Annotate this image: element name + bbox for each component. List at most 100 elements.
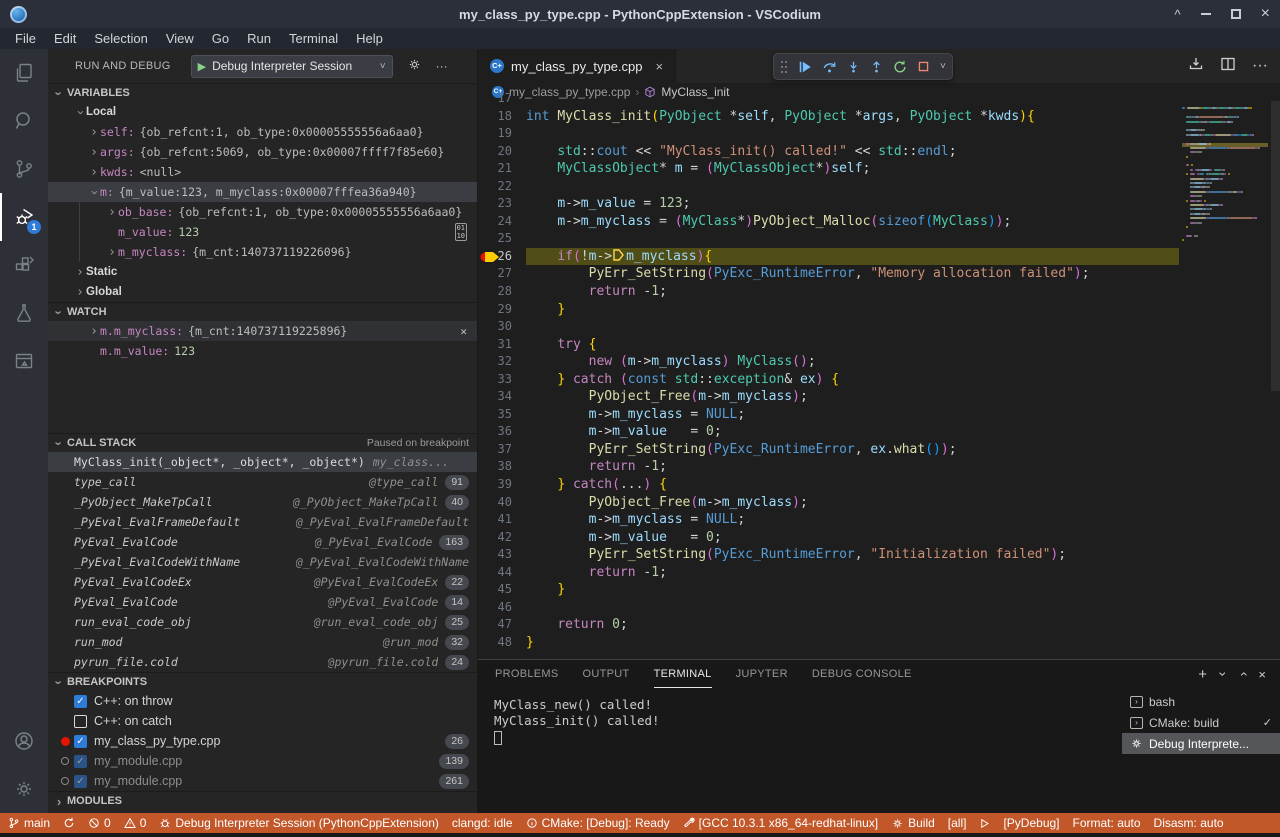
watch-row-1[interactable]: m.m_value:123 <box>48 341 477 361</box>
code-line-44[interactable]: 44 return -1; <box>478 564 1179 582</box>
stack-frame-10[interactable]: pyrun_file.cold@pyrun_file.cold24 <box>48 652 477 672</box>
step-out-button[interactable] <box>870 60 883 74</box>
code-line-19[interactable]: 19 <box>478 125 1179 143</box>
menu-terminal[interactable]: Terminal <box>280 28 347 49</box>
line-number[interactable]: 31 <box>478 336 526 354</box>
toolbar-chevron-down-icon[interactable]: ˅ <box>940 61 946 72</box>
code-line-24[interactable]: 24 m->m_myclass = (MyClass*)PyObject_Mal… <box>478 213 1179 231</box>
stack-frame-5[interactable]: _PyEval_EvalCodeWithName@_PyEval_EvalCod… <box>48 552 477 572</box>
stack-frame-0[interactable]: MyClass_init(_object*, _object*, _object… <box>48 452 477 472</box>
code-line-29[interactable]: 29 } <box>478 301 1179 319</box>
code-line-35[interactable]: 35 m->m_myclass = NULL; <box>478 406 1179 424</box>
line-number[interactable]: 43 <box>478 546 526 564</box>
panel-tab-output[interactable]: OUTPUT <box>583 661 630 687</box>
editor-more-actions-icon[interactable]: ··· <box>1252 57 1268 75</box>
code-line-28[interactable]: 28 return -1; <box>478 283 1179 301</box>
stack-frame-6[interactable]: PyEval_EvalCodeEx@PyEval_EvalCodeEx22 <box>48 572 477 592</box>
breakpoint-row-3[interactable]: ✓my_module.cpp139 <box>48 751 477 771</box>
code-line-27[interactable]: 27 PyErr_SetString(PyExc_RuntimeError, "… <box>478 265 1179 283</box>
variable-row-m[interactable]: ›m:{m_value:123, m_myclass:0x00007fffea3… <box>48 182 477 202</box>
breakpoint-checkbox[interactable]: ✓ <box>74 775 87 788</box>
code-line-39[interactable]: 39 } catch(...) { <box>478 476 1179 494</box>
menu-run[interactable]: Run <box>238 28 280 49</box>
panel-tab-terminal[interactable]: TERMINAL <box>654 661 712 688</box>
variable-row-ob_base[interactable]: ›ob_base:{ob_refcnt:1, ob_type:0x0000555… <box>48 202 477 222</box>
code-line-46[interactable]: 46 <box>478 599 1179 617</box>
code-line-43[interactable]: 43 PyErr_SetString(PyExc_RuntimeError, "… <box>478 546 1179 564</box>
line-number[interactable]: 25 <box>478 230 526 248</box>
tab-close-icon[interactable]: × <box>656 59 664 74</box>
minimap[interactable] <box>1179 101 1271 659</box>
maximize-panel-icon[interactable]: › <box>1234 672 1250 677</box>
line-number[interactable]: 17 <box>478 90 526 108</box>
variables-scope-global[interactable]: ›Global <box>48 282 477 302</box>
line-number[interactable]: 32 <box>478 353 526 371</box>
extensions-icon[interactable] <box>0 241 48 289</box>
panel-tab-problems[interactable]: PROBLEMS <box>495 661 559 687</box>
continue-button[interactable] <box>798 60 812 74</box>
code-line-37[interactable]: 37 PyErr_SetString(PyExc_RuntimeError, e… <box>478 441 1179 459</box>
line-number[interactable]: 48 <box>478 634 526 652</box>
line-number[interactable]: 33 <box>478 371 526 389</box>
status-sync[interactable] <box>63 817 75 829</box>
breakpoint-checkbox[interactable]: ✓ <box>74 695 87 708</box>
variables-section-header[interactable]: › VARIABLES <box>48 83 477 102</box>
status-warnings[interactable]: 0 <box>124 816 147 830</box>
code-line-22[interactable]: 22 <box>478 178 1179 196</box>
code-line-26[interactable]: 26 if(!m->m_myclass){ <box>478 248 1179 266</box>
line-number[interactable]: 39 <box>478 476 526 494</box>
code-line-18[interactable]: 18int MyClass_init(PyObject *self, PyObj… <box>478 108 1179 126</box>
status-git-branch[interactable]: main <box>8 816 50 830</box>
code-line-30[interactable]: 30 <box>478 318 1179 336</box>
window-minimize-button[interactable] <box>1201 13 1211 15</box>
variable-row-m_value[interactable]: m_value:1230110 <box>48 222 477 242</box>
line-number[interactable]: 34 <box>478 388 526 406</box>
toolbar-drag-grip[interactable] <box>780 60 788 74</box>
line-number[interactable]: 35 <box>478 406 526 424</box>
split-editor-icon[interactable] <box>1220 56 1236 77</box>
stop-button[interactable] <box>917 60 930 73</box>
debug-settings-gear-icon[interactable] <box>407 57 422 75</box>
start-debug-icon[interactable]: ▶ <box>198 60 206 73</box>
menu-go[interactable]: Go <box>203 28 238 49</box>
breakpoint-checkbox[interactable] <box>74 715 87 728</box>
modules-section-header[interactable]: › MODULES <box>48 791 477 810</box>
status-debug-session[interactable]: Debug Interpreter Session (PythonCppExte… <box>159 816 438 830</box>
menu-edit[interactable]: Edit <box>45 28 85 49</box>
line-number[interactable]: 21 <box>478 160 526 178</box>
code-line-48[interactable]: 48} <box>478 634 1179 652</box>
breakpoint-row-2[interactable]: ✓my_class_py_type.cpp26 <box>48 731 477 751</box>
watch-section-header[interactable]: › WATCH <box>48 302 477 321</box>
more-actions-icon[interactable]: ··· <box>436 59 448 73</box>
menu-file[interactable]: File <box>6 28 45 49</box>
code-line-47[interactable]: 47 return 0; <box>478 616 1179 634</box>
stack-frame-4[interactable]: PyEval_EvalCode@_PyEval_EvalCode163 <box>48 532 477 552</box>
run-and-debug-icon[interactable]: 1 <box>0 193 48 241</box>
terminal-output[interactable]: MyClass_new() called!MyClass_init() call… <box>478 688 1122 813</box>
line-number[interactable]: 28 <box>478 283 526 301</box>
debug-config-dropdown[interactable]: ▶ Debug Interpreter Session ˅ <box>191 55 393 78</box>
variable-row-args[interactable]: ›args:{ob_refcnt:5069, ob_type:0x00007ff… <box>48 142 477 162</box>
line-number[interactable]: 44 <box>478 564 526 582</box>
line-number[interactable]: 22 <box>478 178 526 196</box>
code-line-40[interactable]: 40 PyObject_Free(m->m_myclass); <box>478 494 1179 512</box>
line-number[interactable]: 41 <box>478 511 526 529</box>
status-cmake-status[interactable]: CMake: [Debug]: Ready <box>526 816 670 830</box>
variable-row-self[interactable]: ›self:{ob_refcnt:1, ob_type:0x0000555555… <box>48 122 477 142</box>
line-number[interactable]: 19 <box>478 125 526 143</box>
panel-tab-debug-console[interactable]: DEBUG CONSOLE <box>812 661 912 687</box>
status-errors[interactable]: 0 <box>88 816 111 830</box>
code-line-31[interactable]: 31 try { <box>478 336 1179 354</box>
menu-view[interactable]: View <box>157 28 203 49</box>
window-chevron-up-icon[interactable]: ^ <box>1175 8 1181 21</box>
code-line-45[interactable]: 45 } <box>478 581 1179 599</box>
view-binary-icon[interactable]: 0110 <box>455 223 467 241</box>
breakpoint-row-4[interactable]: ✓my_module.cpp261 <box>48 771 477 791</box>
close-panel-icon[interactable]: × <box>1258 667 1266 682</box>
code-line-38[interactable]: 38 return -1; <box>478 458 1179 476</box>
settings-gear-icon[interactable] <box>0 765 48 813</box>
terminal-item-bash[interactable]: ›bash <box>1122 691 1280 712</box>
line-number[interactable]: 29 <box>478 301 526 319</box>
code-line-23[interactable]: 23 m->m_value = 123; <box>478 195 1179 213</box>
window-close-button[interactable]: × <box>1261 6 1270 22</box>
